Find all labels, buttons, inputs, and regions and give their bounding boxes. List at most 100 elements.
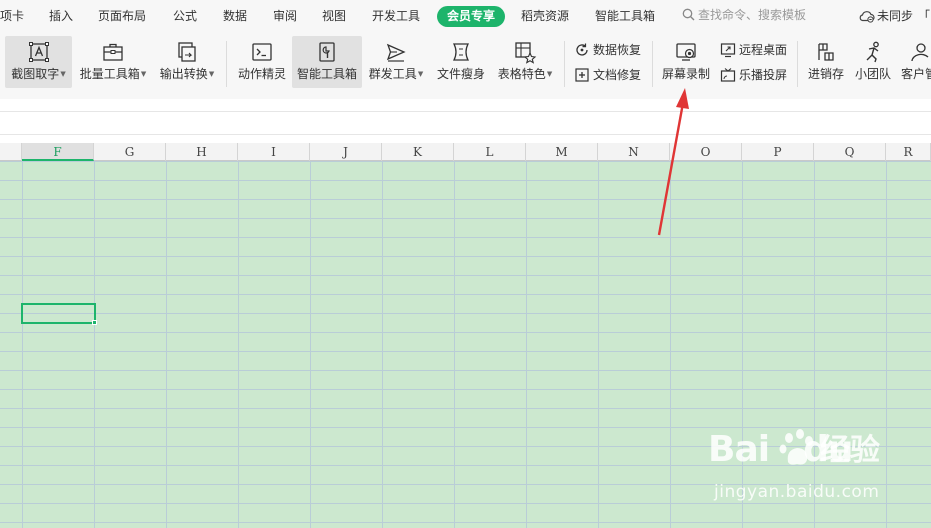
mass-send-label: 群发工具 — [368, 67, 417, 81]
watermark-logo-a: Bai — [708, 429, 770, 470]
sync-status[interactable]: 未同步 — [858, 9, 913, 24]
team-label: 小团队 — [854, 67, 891, 81]
watermark-url: jingyan.baidu.com — [714, 482, 880, 502]
inventory-label: 进销存 — [807, 67, 844, 81]
column-header-r[interactable]: R — [886, 143, 931, 161]
column-header-g[interactable]: G — [94, 143, 166, 161]
menu-tab-docer[interactable]: 稻壳资源 — [521, 9, 569, 24]
ribbon-divider — [226, 41, 227, 87]
chevron-down-icon: ▼ — [208, 70, 215, 78]
table-feature-button[interactable]: 表格特色▼ — [494, 36, 556, 88]
menu-tab-insert[interactable]: 插入 — [49, 9, 73, 24]
menu-tab-data[interactable]: 数据 — [223, 9, 247, 24]
ribbon-toolbar: 截图取字▼ 批量工具箱▼ 输出转换▼ 动作精灵 智能工具箱 群发工具▼ 文件瘦身… — [0, 33, 931, 99]
column-header-q[interactable]: Q — [814, 143, 886, 161]
screenshot-text-label: 截图取字 — [11, 67, 60, 81]
smart-toolbox-icon — [319, 42, 335, 62]
ribbon-divider — [564, 41, 565, 87]
team-button[interactable]: 小团队 — [851, 36, 895, 88]
screenshot-text-icon — [28, 42, 49, 62]
data-recovery-button[interactable]: 数据恢复 — [574, 40, 641, 60]
screen-cast-button[interactable]: 乐播投屏 — [720, 65, 787, 85]
toolbox-icon — [103, 43, 123, 61]
column-header-m[interactable]: M — [526, 143, 598, 161]
more-menu[interactable]: 「 — [918, 9, 930, 24]
table-feature-icon — [515, 42, 537, 64]
file-slim-button[interactable]: 文件瘦身 — [434, 36, 488, 88]
sync-label: 未同步 — [877, 9, 914, 23]
screen-record-icon — [676, 43, 696, 61]
table-feature-label: 表格特色 — [497, 67, 546, 81]
mass-send-button[interactable]: 群发工具▼ — [365, 36, 427, 88]
annotation-arrow — [657, 88, 689, 236]
batch-toolbox-label: 批量工具箱 — [79, 67, 140, 81]
column-header-k[interactable]: K — [382, 143, 454, 161]
ribbon-gap — [0, 99, 931, 111]
column-header-f[interactable]: F — [22, 143, 94, 161]
inventory-icon — [818, 43, 834, 61]
output-convert-label: 输出转换 — [159, 67, 208, 81]
column-header: F G H I J K L M N O P Q R — [0, 143, 931, 161]
screen-cast-icon — [720, 68, 736, 82]
ribbon-divider — [797, 41, 798, 87]
menu-tab-developer[interactable]: 开发工具 — [372, 9, 420, 24]
remote-desktop-label: 远程桌面 — [739, 43, 788, 57]
menu-bar: 项卡 插入 页面布局 公式 数据 审阅 视图 开发工具 会员专享 稻壳资源 智能… — [0, 0, 931, 33]
doc-repair-icon — [575, 68, 589, 82]
menu-tab-formula[interactable]: 公式 — [173, 9, 197, 24]
menu-tab-options[interactable]: 项卡 — [0, 9, 24, 24]
chevron-down-icon: ▼ — [546, 70, 553, 78]
screen-cast-label: 乐播投屏 — [739, 68, 788, 82]
mass-send-icon — [386, 43, 406, 62]
watermark-cn: 经验 — [820, 433, 880, 468]
smart-toolbox-label: 智能工具箱 — [296, 67, 357, 81]
output-convert-button[interactable]: 输出转换▼ — [156, 36, 218, 88]
inventory-button[interactable]: 进销存 — [804, 36, 848, 88]
screen-record-label: 屏幕录制 — [661, 67, 710, 81]
terminal-icon — [252, 43, 272, 61]
fill-handle[interactable] — [92, 320, 97, 325]
doc-repair-button[interactable]: 文档修复 — [574, 65, 641, 85]
cloud-icon — [859, 11, 875, 23]
chevron-down-icon: ▼ — [140, 70, 147, 78]
data-recovery-icon — [576, 43, 588, 56]
file-slim-label: 文件瘦身 — [436, 67, 485, 81]
menu-tab-view[interactable]: 视图 — [322, 9, 346, 24]
column-header-h[interactable]: H — [166, 143, 238, 161]
column-header-l[interactable]: L — [454, 143, 526, 161]
ribbon-divider — [652, 41, 653, 87]
active-cell[interactable] — [21, 303, 96, 324]
chevron-down-icon: ▼ — [417, 70, 424, 78]
chevron-down-icon: ▼ — [60, 70, 66, 78]
search-icon — [682, 8, 695, 21]
screen-record-button[interactable]: 屏幕录制 — [658, 36, 714, 88]
column-header-i[interactable]: I — [238, 143, 310, 161]
menu-tab-review[interactable]: 审阅 — [273, 9, 297, 24]
output-convert-icon — [178, 42, 196, 62]
batch-toolbox-button[interactable]: 批量工具箱▼ — [77, 36, 149, 88]
remote-desktop-button[interactable]: 远程桌面 — [720, 40, 787, 60]
customer-button[interactable]: 客户管 — [899, 36, 931, 88]
column-header-p[interactable]: P — [742, 143, 814, 161]
menu-tab-page-layout[interactable]: 页面布局 — [98, 9, 146, 24]
file-slim-icon — [452, 43, 470, 61]
action-wizard-label: 动作精灵 — [237, 67, 286, 81]
action-wizard-button[interactable]: 动作精灵 — [234, 36, 290, 88]
smart-toolbox-button[interactable]: 智能工具箱 — [292, 36, 362, 88]
baidu-watermark: Bai du 经验 jingyan.baidu.com — [708, 429, 918, 510]
screenshot-text-button[interactable]: 截图取字▼ — [5, 36, 72, 88]
menu-tab-member[interactable]: 会员专享 — [437, 6, 505, 27]
header-gap — [0, 135, 931, 143]
formula-bar[interactable] — [0, 111, 931, 135]
remote-desktop-icon — [720, 43, 736, 58]
customer-label: 客户管 — [900, 67, 931, 81]
menu-tab-smart-toolbox[interactable]: 智能工具箱 — [595, 9, 655, 24]
search-placeholder: 查找命令、搜索模板 — [698, 8, 807, 22]
data-recovery-label: 数据恢复 — [593, 43, 642, 57]
customer-icon — [911, 43, 929, 62]
doc-repair-label: 文档修复 — [593, 68, 642, 82]
team-icon — [866, 41, 879, 63]
column-header-j[interactable]: J — [310, 143, 382, 161]
command-search[interactable]: 查找命令、搜索模板 — [682, 8, 806, 23]
row-header-corner[interactable] — [0, 143, 22, 161]
